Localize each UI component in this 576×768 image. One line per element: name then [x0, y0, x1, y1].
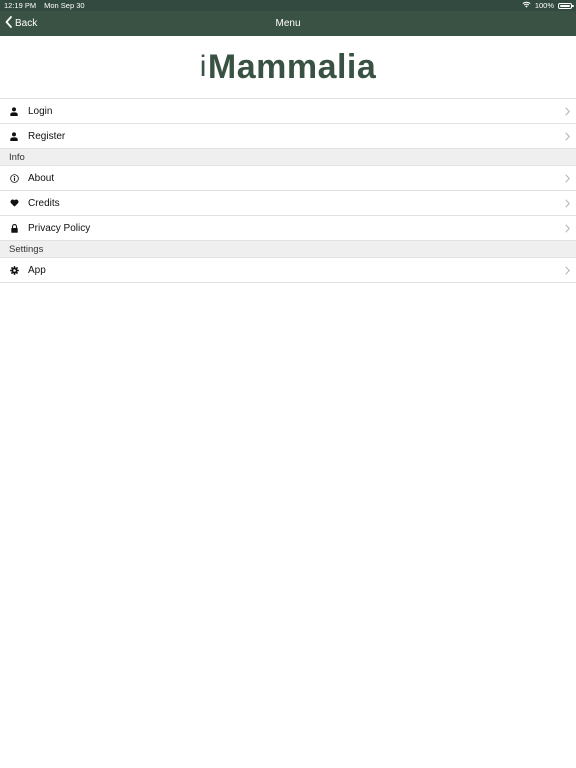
status-right: 100% — [522, 1, 574, 10]
section-header-info: Info — [0, 149, 576, 166]
user-icon — [0, 106, 28, 116]
status-time: 12:19 PM — [4, 1, 37, 10]
battery-percent: 100% — [534, 1, 554, 10]
info-list: About Credits Privacy Policy — [0, 166, 576, 241]
menu-item-register[interactable]: Register — [0, 124, 576, 149]
back-label: Back — [15, 18, 38, 29]
wifi-icon — [522, 1, 531, 10]
chevron-right-icon — [565, 99, 570, 123]
battery-icon — [558, 2, 574, 9]
menu-item-privacy-policy[interactable]: Privacy Policy — [0, 216, 576, 241]
menu-item-login[interactable]: Login — [0, 99, 576, 124]
status-bar: 12:19 PM Mon Sep 30 100% — [0, 0, 576, 11]
status-date: Mon Sep 30 — [44, 1, 85, 10]
nav-title: Menu — [275, 18, 301, 29]
status-left: 12:19 PM Mon Sep 30 — [4, 1, 85, 10]
chevron-right-icon — [565, 124, 570, 148]
settings-list: App — [0, 258, 576, 283]
back-button[interactable]: Back — [5, 11, 37, 36]
app-logo: i Mammalia — [0, 36, 576, 98]
lock-icon — [0, 223, 28, 233]
menu-item-label: About — [28, 172, 55, 184]
logo-prefix: i — [199, 50, 207, 83]
menu-item-label: Privacy Policy — [28, 222, 91, 234]
gear-icon — [0, 265, 28, 275]
chevron-right-icon — [565, 191, 570, 215]
menu-item-label: App — [28, 264, 46, 276]
heart-icon — [0, 199, 28, 207]
chevron-right-icon — [565, 258, 570, 282]
info-icon — [0, 173, 28, 183]
menu-item-app[interactable]: App — [0, 258, 576, 283]
menu-item-label: Credits — [28, 197, 60, 209]
menu-item-label: Register — [28, 130, 66, 142]
chevron-right-icon — [565, 166, 570, 190]
section-header-settings: Settings — [0, 241, 576, 258]
navigation-bar: Back Menu — [0, 11, 576, 36]
menu-item-label: Login — [28, 105, 53, 117]
menu-item-about[interactable]: About — [0, 166, 576, 191]
chevron-left-icon — [5, 16, 12, 31]
chevron-right-icon — [565, 216, 570, 240]
user-icon — [0, 131, 28, 141]
account-list: Login Register — [0, 98, 576, 149]
menu-item-credits[interactable]: Credits — [0, 191, 576, 216]
logo-name: Mammalia — [207, 47, 377, 86]
